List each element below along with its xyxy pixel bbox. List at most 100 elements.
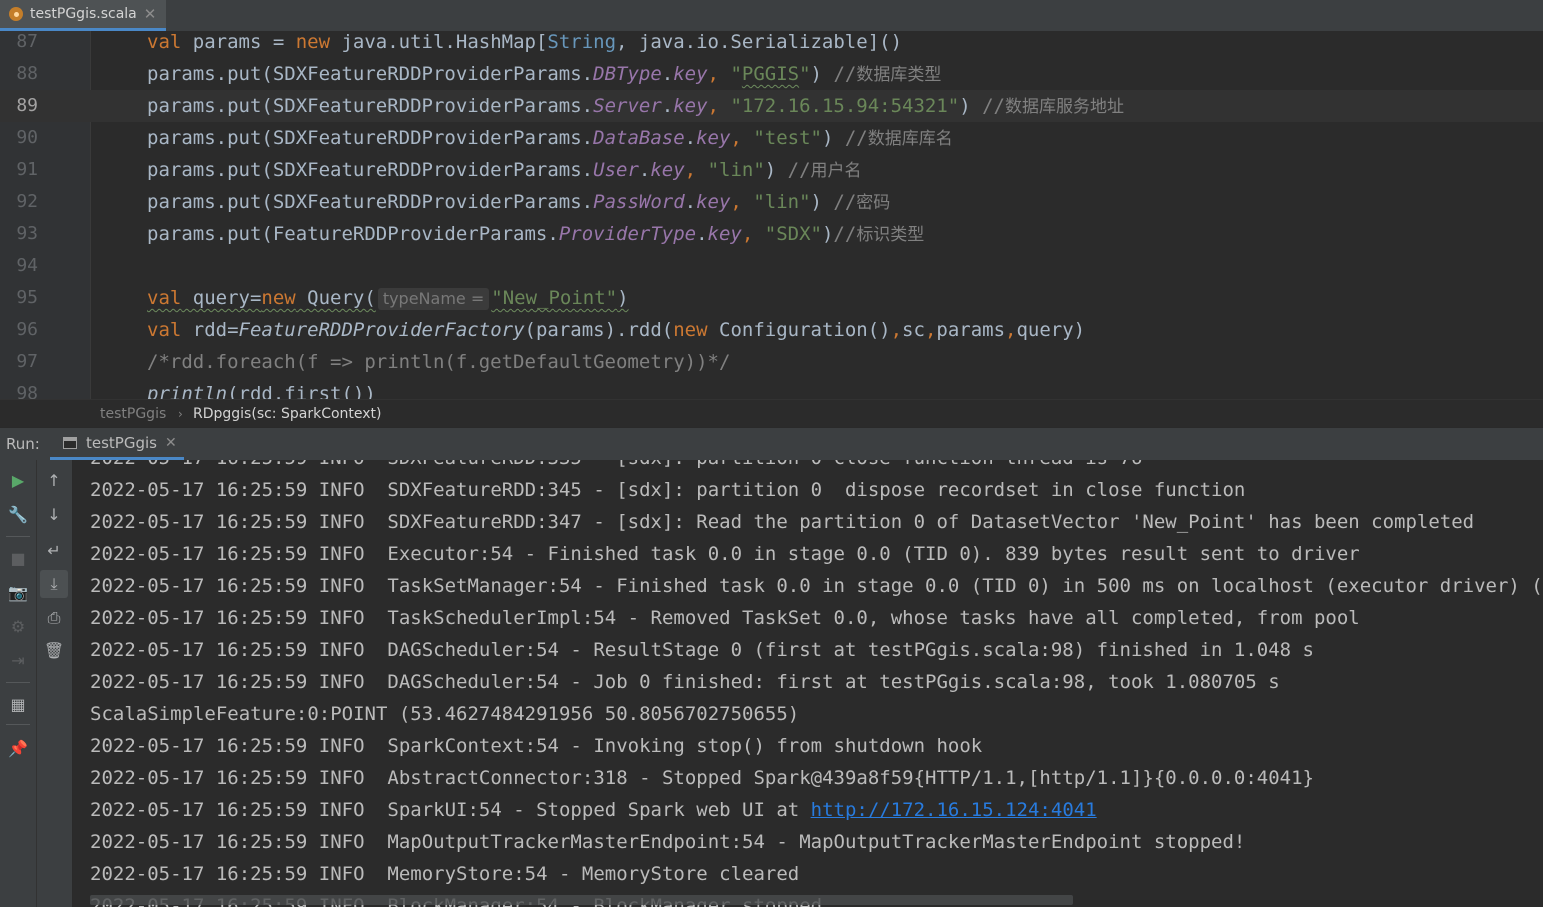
code-line[interactable]: 95 val query=new Query(typeName = "New_Poi… bbox=[0, 282, 1543, 314]
code-token: , bbox=[924, 319, 937, 341]
code-token: Server bbox=[593, 95, 662, 117]
close-icon[interactable]: ✕ bbox=[165, 435, 177, 451]
code-token: DataBase bbox=[593, 127, 685, 149]
line-number: 94 bbox=[16, 255, 38, 276]
scroll-to-end-icon[interactable]: ⤓ bbox=[40, 570, 68, 598]
code-token: params.put(FeatureRDDProviderParams. bbox=[147, 223, 559, 245]
console-text: 2022-05-17 16:25:59 INFO TaskSetManager:… bbox=[90, 575, 1543, 597]
code-token: rdd= bbox=[181, 319, 239, 341]
code-token: 数据库库名 bbox=[867, 129, 953, 149]
breadcrumb-method[interactable]: RDpggis(sc: SparkContext) bbox=[193, 400, 382, 428]
code-text: params.put(SDXFeatureRDDProviderParams.D… bbox=[147, 58, 941, 91]
code-text: val params = new java.util.HashMap[Strin… bbox=[147, 31, 902, 58]
line-number: 87 bbox=[16, 31, 38, 52]
console-line: 2022-05-17 16:25:59 INFO TaskSetManager:… bbox=[90, 570, 1543, 602]
arrow-down-icon[interactable]: ↓ bbox=[40, 500, 68, 528]
code-token: key bbox=[673, 95, 708, 117]
code-token: params = bbox=[181, 31, 296, 53]
code-text: params.put(SDXFeatureRDDProviderParams.S… bbox=[147, 90, 1124, 123]
code-token: key bbox=[673, 63, 708, 85]
toolbar-separator bbox=[6, 682, 30, 683]
code-line[interactable]: 87 val params = new java.util.HashMap[Str… bbox=[0, 31, 1543, 58]
line-number: 90 bbox=[16, 127, 38, 148]
code-token: ) bbox=[810, 63, 834, 85]
code-token: ) bbox=[821, 127, 845, 149]
breadcrumb-separator-icon: › bbox=[178, 407, 183, 421]
console-line: 2022-05-17 16:25:59 INFO MemoryStore:54 … bbox=[90, 858, 1543, 890]
code-token: String bbox=[547, 31, 617, 53]
pin-icon[interactable]: 📌 bbox=[4, 734, 32, 762]
code-token: , bbox=[707, 95, 731, 117]
console-line: 2022-05-17 16:25:59 INFO Executor:54 - F… bbox=[90, 538, 1543, 570]
code-token: . bbox=[696, 223, 708, 245]
layout-icon[interactable]: ▦ bbox=[4, 690, 32, 718]
line-number: 97 bbox=[16, 351, 38, 372]
rerun-icon[interactable]: ▶ bbox=[4, 466, 32, 494]
code-line[interactable]: 91 params.put(SDXFeatureRDDProviderParams… bbox=[0, 154, 1543, 186]
soft-wrap-icon[interactable]: ↵ bbox=[40, 536, 68, 564]
code-token: val bbox=[147, 319, 182, 341]
console-text: 2022-05-17 16:25:59 INFO DAGScheduler:54… bbox=[90, 671, 1280, 693]
console-text: 2022-05-17 16:25:59 INFO DAGScheduler:54… bbox=[90, 639, 1314, 661]
code-token: 用户名 bbox=[810, 161, 862, 181]
console-line: 2022-05-17 16:25:59 INFO DAGScheduler:54… bbox=[90, 666, 1543, 698]
toolbar-separator bbox=[6, 724, 30, 725]
settings-icon: ⚙ bbox=[10, 616, 26, 636]
trash-icon[interactable]: 🗑 bbox=[40, 636, 68, 664]
console-text: 2022-05-17 16:25:59 INFO SDXFeatureRDD:3… bbox=[90, 511, 1475, 533]
code-token: ) bbox=[764, 159, 788, 181]
code-token: params.put(SDXFeatureRDDProviderParams. bbox=[147, 63, 594, 85]
code-token: "New_Point" bbox=[491, 287, 618, 309]
code-token: 数据库服务地址 bbox=[1005, 97, 1124, 117]
code-editor[interactable]: 87 val params = new java.util.HashMap[Str… bbox=[0, 31, 1543, 399]
line-number: 89 bbox=[16, 95, 38, 116]
parameter-hint: typeName = bbox=[377, 288, 490, 310]
camera-icon: 📷 bbox=[8, 582, 28, 602]
tab-testpggis-scala[interactable]: testPGgis.scala ✕ bbox=[0, 0, 166, 31]
line-number: 88 bbox=[16, 63, 38, 84]
breadcrumb-file[interactable]: testPGgis bbox=[100, 400, 166, 428]
console-text: 2022-05-17 16:25:59 INFO AbstractConnect… bbox=[90, 767, 1314, 789]
arrow-up-icon[interactable]: ↑ bbox=[40, 466, 68, 494]
toolbar-separator bbox=[6, 536, 30, 537]
code-line[interactable]: 94 bbox=[0, 250, 1543, 282]
line-number: 98 bbox=[16, 383, 38, 399]
console-output[interactable]: 2022-05-17 16:25:59 INFO SDXFeatureRDD:3… bbox=[73, 460, 1543, 907]
console-text: 2022-05-17 16:25:59 INFO MemoryStore:54 … bbox=[90, 863, 800, 885]
code-line[interactable]: 97 /*rdd.foreach(f => println(f.getDefaul… bbox=[0, 346, 1543, 378]
code-token: User bbox=[593, 159, 639, 181]
code-token: ProviderType bbox=[558, 223, 697, 245]
code-token: sc bbox=[902, 319, 925, 341]
code-token: (rdd.first()) bbox=[227, 383, 376, 399]
code-line[interactable]: 90 params.put(SDXFeatureRDDProviderParams… bbox=[0, 122, 1543, 154]
code-token: , bbox=[1005, 319, 1017, 341]
line-number: 91 bbox=[16, 159, 38, 180]
code-line[interactable]: 88 params.put(SDXFeatureRDDProviderParams… bbox=[0, 58, 1543, 90]
code-token: query) bbox=[1016, 319, 1086, 341]
console-text: 2022-05-17 16:25:59 INFO TaskSchedulerIm… bbox=[90, 607, 1360, 629]
code-token: // bbox=[844, 127, 868, 149]
code-line[interactable]: 93 params.put(FeatureRDDProviderParams.Pr… bbox=[0, 218, 1543, 250]
console-text: 2022-05-17 16:25:59 INFO SDXFeatureRDD:3… bbox=[90, 460, 1142, 469]
code-token: params.put(SDXFeatureRDDProviderParams. bbox=[147, 127, 594, 149]
wrench-icon[interactable]: 🔧 bbox=[4, 500, 32, 528]
code-token: , bbox=[890, 319, 903, 341]
console-line: 2022-05-17 16:25:59 INFO TaskSchedulerIm… bbox=[90, 602, 1543, 634]
close-icon[interactable]: ✕ bbox=[144, 5, 157, 23]
code-token: // bbox=[833, 63, 857, 85]
run-tab-testpggis[interactable]: testPGgis ✕ bbox=[50, 428, 184, 460]
console-text: 2022-05-17 16:25:59 INFO SparkUI:54 - St… bbox=[90, 799, 811, 821]
code-token: ) bbox=[821, 223, 834, 245]
code-token: key bbox=[707, 223, 742, 245]
code-line[interactable]: 96 val rdd=FeatureRDDProviderFactory(para… bbox=[0, 314, 1543, 346]
console-link[interactable]: http://172.16.15.124:4041 bbox=[811, 799, 1097, 821]
code-token: , bbox=[730, 191, 754, 213]
print-icon[interactable]: ⎙ bbox=[40, 604, 68, 632]
console-text: ScalaSimpleFeature:0:POINT (53.462748429… bbox=[90, 703, 800, 725]
code-token: Query( bbox=[295, 287, 376, 309]
horizontal-scrollbar[interactable] bbox=[90, 895, 1073, 905]
code-line[interactable]: 92 params.put(SDXFeatureRDDProviderParams… bbox=[0, 186, 1543, 218]
code-line[interactable]: 98 println(rdd.first()) bbox=[0, 378, 1543, 399]
console-text: 2022-05-17 16:25:59 INFO SparkContext:54… bbox=[90, 735, 983, 757]
code-line[interactable]: 89 params.put(SDXFeatureRDDProviderParams… bbox=[0, 90, 1543, 122]
